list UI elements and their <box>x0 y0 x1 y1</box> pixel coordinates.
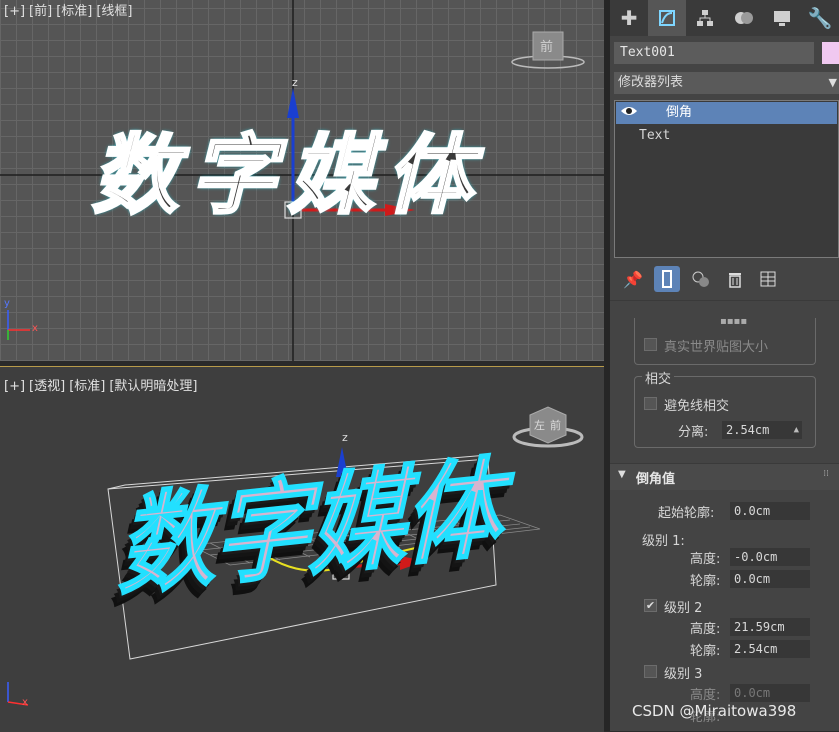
persp-viewcube-label-front: 前 <box>550 419 561 432</box>
l1-outline-label: 轮廓: <box>690 574 721 589</box>
persp-menu-view[interactable]: [透视] <box>29 379 65 394</box>
start-outline-spinner[interactable]: 0.0cm <box>730 502 810 520</box>
l2-outline-label: 轮廓: <box>690 644 721 659</box>
bevel-values-rollout[interactable]: ▼ 倒角值 ⁞⁞ <box>610 463 839 490</box>
panel-divider <box>610 300 839 301</box>
stack-item-bevel[interactable]: 倒角 <box>616 102 837 124</box>
stack-item-label: Text <box>639 128 671 143</box>
modifier-list-label: 修改器列表 <box>618 75 684 90</box>
l2-outline-value: 2.54cm <box>734 642 778 656</box>
display-icon[interactable] <box>763 0 801 36</box>
viewport-menu-view[interactable]: [前] <box>29 4 52 19</box>
pin-stack-icon[interactable]: 📌 <box>620 266 646 292</box>
motion-icon[interactable] <box>725 0 763 36</box>
l3-height-value: 0.0cm <box>734 686 771 700</box>
level1-label: 级别 1: <box>642 534 685 549</box>
viewcube-label: 前 <box>540 40 554 55</box>
l1-height-label: 高度: <box>690 552 721 567</box>
configure-sets-icon[interactable] <box>756 266 782 292</box>
command-panel: ✚ 🔧 Text001 修改器列表 ▼ 倒角 Text 📌 ▪▪▪▪ 真实世界贴… <box>610 0 839 731</box>
separation-label: 分离: <box>678 425 709 440</box>
axis-label-x: x <box>32 323 38 334</box>
hierarchy-icon[interactable] <box>686 0 724 36</box>
start-outline-value: 0.0cm <box>734 504 771 518</box>
persp-viewport-label[interactable]: [+] [透视] [标准] [默认明暗处理] <box>4 375 202 394</box>
front-viewport-label[interactable]: [+] [前] [标准] [线框] <box>4 0 137 19</box>
l3-height-label: 高度: <box>690 688 721 703</box>
persp-menu-shading[interactable]: [默认明暗处理] <box>109 379 197 394</box>
persp-axis-label-x: x <box>22 697 28 708</box>
object-name-field[interactable]: Text001 <box>614 42 814 64</box>
l1-outline-spinner[interactable]: 0.0cm <box>730 570 810 588</box>
modifier-stack[interactable]: 倒角 Text <box>614 100 839 258</box>
front-viewport[interactable]: [+] [前] [标准] [线框] 前 数字媒体 z y x <box>0 0 604 361</box>
axis-label-y: y <box>4 298 10 309</box>
realworld-map-checkbox[interactable] <box>644 338 657 351</box>
persp-menu-plus[interactable]: [+] <box>4 379 25 394</box>
l1-height-spinner[interactable]: -0.0cm <box>730 548 810 566</box>
modifier-list-dropdown[interactable]: 修改器列表 ▼ <box>614 72 839 94</box>
stack-item-label: 倒角 <box>666 105 693 120</box>
l2-height-label: 高度: <box>690 622 721 637</box>
stack-toolbar: 📌 <box>614 264 839 294</box>
perspective-viewport[interactable]: [+] [透视] [标准] [默认明暗处理] 左 前 数字媒体 z x <box>0 366 604 732</box>
create-icon[interactable]: ✚ <box>610 0 648 36</box>
utilities-icon[interactable]: 🔧 <box>801 0 839 36</box>
level2-label: 级别 2 <box>664 601 703 616</box>
separation-spinner[interactable]: 2.54cm ▲ <box>722 421 802 439</box>
watermark: CSDN @Miraitowa398 <box>632 702 797 720</box>
level3-label: 级别 3 <box>664 667 703 682</box>
viewport-menu-standard[interactable]: [标准] <box>56 4 92 19</box>
bevel-values-title: 倒角值 <box>636 472 676 487</box>
l2-height-spinner[interactable]: 21.59cm <box>730 618 810 636</box>
make-unique-icon[interactable] <box>688 266 714 292</box>
persp-viewcube-label-left: 左 <box>534 419 545 432</box>
persp-menu-standard[interactable]: [标准] <box>69 379 105 394</box>
rollout-grip-icon: ⁞⁞ <box>823 469 829 479</box>
trash-icon[interactable] <box>722 266 748 292</box>
l1-outline-value: 0.0cm <box>734 572 771 586</box>
axis-label-z: z <box>292 76 298 89</box>
level3-checkbox[interactable] <box>644 665 657 678</box>
avoid-intersect-label: 避免线相交 <box>664 399 730 414</box>
l2-height-value: 21.59cm <box>734 620 785 634</box>
spinner-arrows-icon: ▲ <box>793 425 799 435</box>
l2-outline-spinner[interactable]: 2.54cm <box>730 640 810 658</box>
start-outline-label: 起始轮廓: <box>658 506 715 521</box>
chevron-down-icon: ▼ <box>828 76 837 89</box>
collapse-arrow-icon: ▼ <box>618 469 626 480</box>
separation-value: 2.54cm <box>726 423 770 437</box>
stack-item-text[interactable]: Text <box>615 125 838 147</box>
object-color-swatch[interactable] <box>822 42 839 64</box>
viewport-menu-plus[interactable]: [+] <box>4 4 25 19</box>
front-text-object[interactable]: 数字媒体 <box>91 124 484 227</box>
show-end-result-icon[interactable] <box>654 266 680 292</box>
command-panel-tabs: ✚ 🔧 <box>610 0 839 36</box>
viewport-menu-shading[interactable]: [线框] <box>96 4 132 19</box>
l1-height-value: -0.0cm <box>734 550 778 564</box>
level2-checkbox[interactable]: ✔ <box>644 599 657 612</box>
realworld-map-label: 真实世界贴图大小 <box>664 340 769 355</box>
modify-icon[interactable] <box>648 0 687 36</box>
avoid-intersect-checkbox[interactable] <box>644 397 657 410</box>
l3-height-spinner[interactable]: 0.0cm <box>730 684 810 702</box>
intersect-group-title: 相交 <box>642 368 675 387</box>
persp-axis-label-z: z <box>342 431 348 444</box>
